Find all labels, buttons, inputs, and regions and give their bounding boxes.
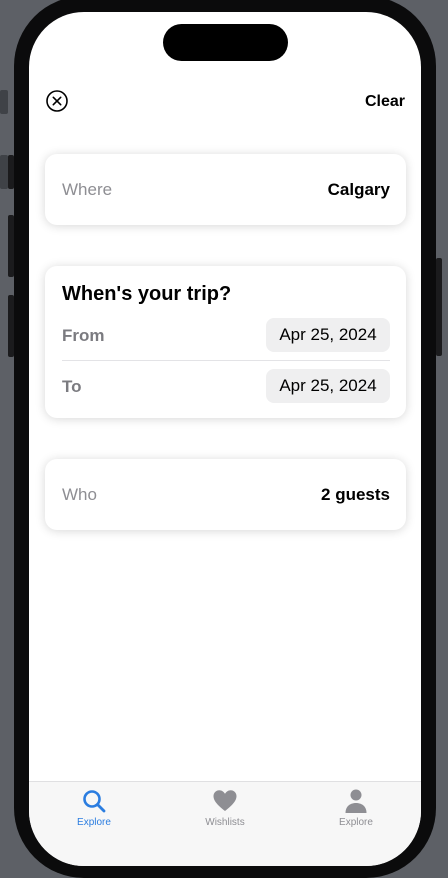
- tab-wishlists-label: Wishlists: [205, 817, 245, 828]
- trip-dates-card: When's your trip? From Apr 25, 2024 To A…: [45, 266, 406, 418]
- magnifying-glass-icon: [83, 790, 106, 813]
- power-button: [436, 258, 442, 356]
- where-label: Where: [62, 180, 113, 199]
- where-card[interactable]: Where Calgary: [45, 154, 406, 225]
- background-strip: [0, 155, 8, 189]
- to-label: To: [62, 377, 82, 396]
- tab-wishlists[interactable]: Wishlists: [175, 788, 275, 838]
- clear-button[interactable]: Clear: [365, 93, 405, 111]
- dynamic-island: [163, 24, 288, 61]
- from-date-picker[interactable]: Apr 25, 2024: [266, 318, 390, 352]
- background-strip: [0, 90, 8, 114]
- tab-bar: Explore Wishlists Explore: [29, 781, 421, 866]
- person-icon: [345, 789, 367, 813]
- heart-icon: [213, 790, 237, 811]
- volume-down-button: [8, 295, 14, 357]
- who-card[interactable]: Who 2 guests: [45, 459, 406, 530]
- close-button[interactable]: [45, 89, 69, 113]
- app-screen: Clear Where Calgary When's your trip? Fr…: [29, 12, 421, 866]
- tab-explore-label: Explore: [77, 817, 111, 828]
- from-label: From: [62, 326, 105, 345]
- who-label: Who: [62, 485, 97, 504]
- circle-x-icon: [46, 90, 68, 112]
- who-value: 2 guests: [321, 485, 390, 504]
- tab-explore[interactable]: Explore: [44, 788, 144, 838]
- where-value: Calgary: [327, 180, 390, 199]
- tab-profile-explore-label: Explore: [339, 817, 373, 828]
- trip-title: When's your trip?: [62, 283, 232, 305]
- action-button: [8, 155, 14, 189]
- to-date-picker[interactable]: Apr 25, 2024: [266, 369, 390, 403]
- divider: [62, 360, 390, 361]
- tab-profile-explore[interactable]: Explore: [306, 788, 406, 838]
- volume-up-button: [8, 215, 14, 277]
